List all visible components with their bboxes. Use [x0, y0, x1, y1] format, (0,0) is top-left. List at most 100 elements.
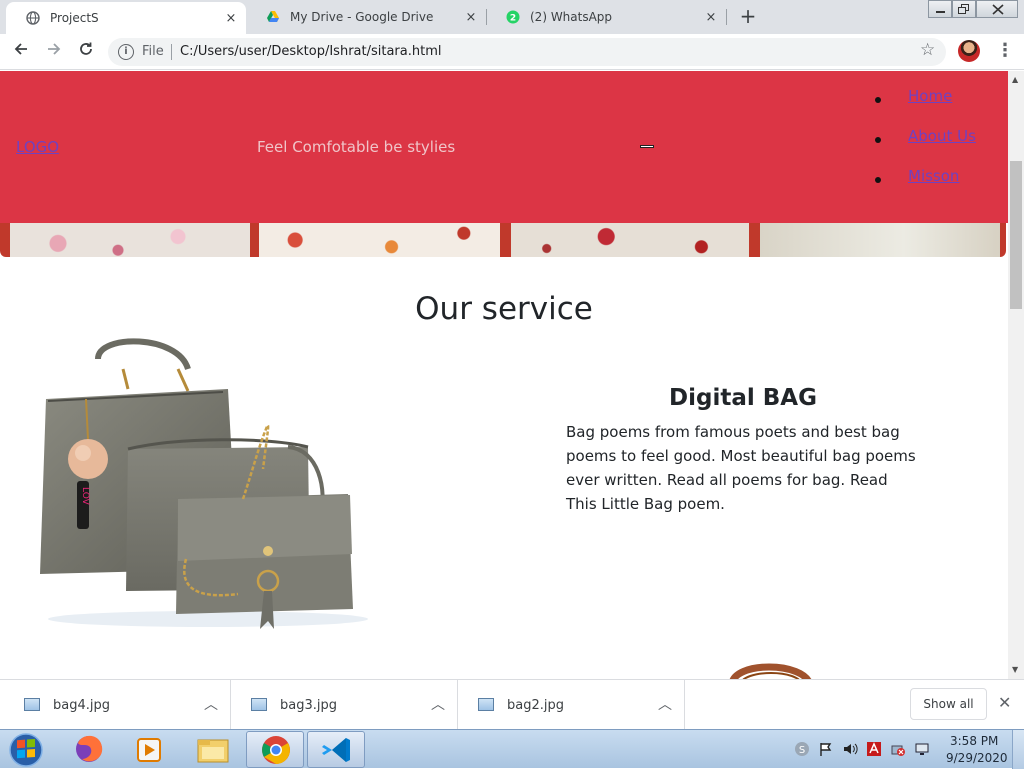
close-icon: [992, 4, 1004, 15]
tab-title: My Drive - Google Drive: [290, 10, 434, 24]
hero-tile-pattern: [259, 223, 500, 257]
download-item[interactable]: bag2.jpg ︿: [458, 680, 685, 730]
windows-taskbar: S 3:58 PM 9/29/2020: [0, 729, 1024, 769]
network-disconnected-icon[interactable]: [890, 741, 906, 757]
taskbar-firefox[interactable]: [60, 731, 118, 768]
google-drive-icon: [267, 11, 279, 22]
pdf-reader-icon[interactable]: [866, 741, 882, 757]
reload-icon: [80, 42, 92, 55]
close-tab-icon[interactable]: ×: [222, 11, 240, 26]
hero-image-strip: [0, 223, 1006, 257]
whatsapp-badge: 2: [510, 14, 516, 24]
image-file-icon: [251, 698, 267, 711]
tab-separator: [726, 9, 727, 25]
scroll-down-arrow-icon[interactable]: ▼: [1012, 665, 1018, 674]
firefox-icon: [76, 735, 103, 762]
download-item[interactable]: bag4.jpg ︿: [4, 680, 231, 730]
tab-title: ProjectS: [50, 11, 99, 25]
volume-icon[interactable]: [842, 741, 858, 757]
download-filename: bag4.jpg: [53, 698, 110, 713]
page-scrollbar[interactable]: ▲ ▼: [1008, 71, 1024, 679]
bag-set-image: LOV: [40, 338, 368, 629]
close-shelf-icon[interactable]: ✕: [998, 693, 1011, 712]
browser-menu-icon[interactable]: ⋮: [996, 40, 1014, 61]
taskbar-file-explorer[interactable]: [184, 731, 242, 768]
tagline: Feel Comfotable be stylies: [257, 138, 456, 156]
file-explorer-icon: [197, 739, 229, 763]
tab-whatsapp[interactable]: 2 (2) WhatsApp ×: [486, 0, 726, 34]
action-center-flag-icon[interactable]: [818, 741, 834, 757]
chevron-up-icon[interactable]: ︿: [431, 694, 445, 714]
scheme-label: File: [142, 44, 164, 59]
image-file-icon: [478, 698, 494, 711]
vscode-icon: [322, 738, 350, 762]
site-header: LOGO Feel Comfotable be stylies Home Abo…: [0, 71, 1008, 223]
nav-item-home: Home: [872, 87, 976, 127]
section-title: Our service: [415, 291, 593, 327]
minimize-icon: [936, 11, 945, 13]
nav-link-about[interactable]: About Us: [908, 127, 976, 145]
skype-icon[interactable]: S: [794, 741, 810, 757]
globe-icon: [26, 11, 40, 25]
clock-date[interactable]: 9/29/2020: [946, 751, 1008, 765]
display-icon[interactable]: [914, 741, 930, 757]
taskbar-media-player[interactable]: [120, 731, 178, 768]
reload-button[interactable]: [74, 40, 98, 64]
download-item[interactable]: bag3.jpg ︿: [231, 680, 458, 730]
download-filename: bag3.jpg: [280, 698, 337, 713]
navbar-toggler-icon[interactable]: [640, 145, 654, 148]
forward-button[interactable]: [42, 40, 66, 64]
close-window-button[interactable]: [976, 0, 1018, 18]
taskbar-chrome[interactable]: [246, 731, 304, 768]
site-info-icon[interactable]: i: [118, 44, 134, 60]
media-player-icon: [137, 738, 161, 762]
close-tab-icon[interactable]: ×: [462, 10, 480, 25]
hero-tile-red-pattern: [511, 223, 749, 257]
next-bag-image: [729, 663, 812, 679]
page-viewport: LOGO Feel Comfotable be stylies Home Abo…: [0, 71, 1008, 679]
nav-link-mission[interactable]: Misson: [908, 167, 959, 185]
taskbar-vscode[interactable]: [307, 731, 365, 768]
profile-avatar[interactable]: [958, 40, 980, 62]
logo-link[interactable]: LOGO: [16, 138, 59, 156]
restore-button[interactable]: [952, 0, 976, 18]
bookmark-star-icon[interactable]: ☆: [920, 40, 935, 60]
tab-projects[interactable]: ProjectS ×: [6, 2, 246, 34]
scroll-up-arrow-icon[interactable]: ▲: [1012, 75, 1018, 84]
start-orb-icon[interactable]: [6, 732, 46, 768]
minimize-button[interactable]: [928, 0, 952, 18]
svg-text:S: S: [799, 745, 805, 756]
hero-tile-floral: [10, 223, 250, 257]
show-all-button[interactable]: Show all: [910, 688, 987, 720]
new-tab-button[interactable]: +: [736, 4, 760, 28]
downloads-shelf: bag4.jpg ︿ bag3.jpg ︿ bag2.jpg ︿ Show al…: [0, 679, 1024, 730]
chevron-up-icon[interactable]: ︿: [204, 694, 218, 714]
whatsapp-icon: 2: [506, 10, 520, 24]
browser-tab-strip: ProjectS × My Drive - Google Drive × 2 (…: [0, 0, 1024, 34]
show-desktop-button[interactable]: [1012, 730, 1024, 769]
close-tab-icon[interactable]: ×: [702, 10, 720, 25]
tab-title: (2) WhatsApp: [530, 10, 613, 24]
download-filename: bag2.jpg: [507, 698, 564, 713]
browser-toolbar: i File C:/Users/user/Desktop/Ishrat/sita…: [0, 34, 1024, 70]
card-text: Bag poems from famous poets and best bag…: [566, 423, 916, 513]
tab-google-drive[interactable]: My Drive - Google Drive ×: [246, 0, 486, 34]
scrollbar-thumb[interactable]: [1010, 161, 1022, 309]
clock-time[interactable]: 3:58 PM: [950, 734, 998, 748]
nav-list: Home About Us Misson: [872, 87, 976, 207]
hero-tile-plain: [760, 223, 1000, 257]
address-bar[interactable]: i File C:/Users/user/Desktop/Ishrat/sita…: [108, 38, 946, 66]
restore-icon-back: [958, 7, 966, 14]
svg-text:LOV: LOV: [80, 487, 90, 506]
omnibox-separator: [171, 44, 172, 60]
nav-link-home[interactable]: Home: [908, 87, 952, 105]
nav-item-mission: Misson: [872, 167, 976, 207]
nav-item-about: About Us: [872, 127, 976, 167]
back-button[interactable]: [9, 40, 33, 64]
chevron-up-icon[interactable]: ︿: [658, 694, 672, 714]
back-arrow-icon: [14, 43, 27, 55]
forward-arrow-icon: [48, 43, 61, 55]
chrome-icon: [262, 736, 290, 764]
url-text[interactable]: C:/Users/user/Desktop/Ishrat/sitara.html: [180, 44, 442, 59]
image-file-icon: [24, 698, 40, 711]
